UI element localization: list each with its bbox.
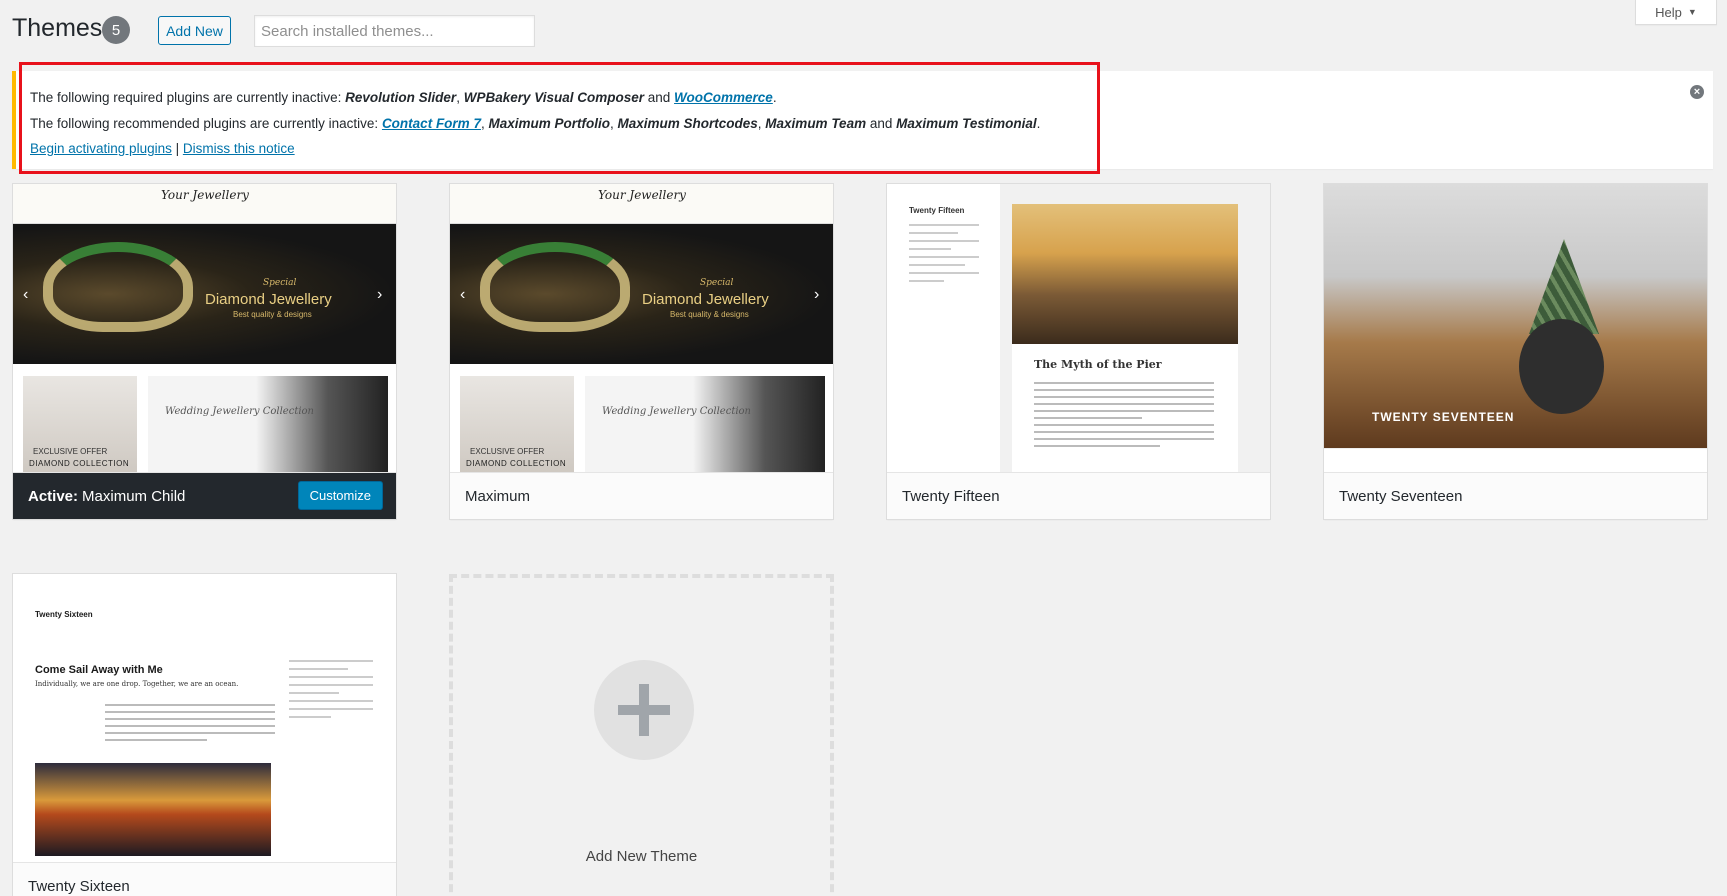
theme-logo-text: Your Jewellery [598, 188, 686, 202]
theme-name: Maximum Child [82, 487, 186, 505]
plugin-name: Maximum Team [765, 116, 867, 131]
theme-name: Twenty Fifteen [902, 487, 1000, 505]
theme-screenshot[interactable]: TWENTY SEVENTEEN [1324, 184, 1707, 472]
necklace-image [480, 242, 630, 332]
begin-activating-link[interactable]: Begin activating plugins [30, 141, 172, 156]
plugin-name: Maximum Shortcodes [617, 116, 758, 131]
chevron-left-icon: ‹ [460, 286, 466, 303]
theme-screenshot[interactable]: Your Jewellery Special Diamond Jewellery… [13, 184, 396, 472]
close-icon[interactable]: × [1690, 85, 1704, 99]
theme-name: Maximum [465, 487, 531, 505]
theme-count-badge: 5 [102, 16, 130, 44]
plugin-name: Maximum Testimonial [896, 116, 1037, 131]
theme-card-maximum-child[interactable]: Your Jewellery Special Diamond Jewellery… [12, 183, 397, 520]
active-label: Active: [28, 487, 79, 505]
plugin-notice: The following required plugins are curre… [12, 71, 1713, 169]
help-tab-button[interactable]: Help ▼ [1635, 0, 1717, 25]
help-label: Help [1655, 4, 1682, 20]
theme-screenshot[interactable]: Your Jewellery Special Diamond Jewellery… [450, 184, 833, 472]
page-title: Themes [12, 14, 103, 42]
chevron-right-icon: › [814, 286, 820, 303]
caret-down-icon: ▼ [1687, 7, 1697, 17]
add-new-theme-card[interactable]: Add New Theme [449, 574, 834, 896]
theme-logo-text: Your Jewellery [161, 188, 249, 202]
theme-screenshot[interactable]: Twenty Sixteen Come Sail Away with Me In… [13, 574, 396, 862]
dismiss-notice-link[interactable]: Dismiss this notice [183, 141, 295, 156]
necklace-image [43, 242, 193, 332]
theme-name-bar: Twenty Sixteen [13, 862, 396, 896]
search-input[interactable] [254, 15, 535, 47]
chevron-left-icon: ‹ [23, 286, 29, 303]
theme-card-twenty-fifteen[interactable]: Twenty Fifteen The Myth of the Pier Twen… [886, 183, 1271, 520]
pier-image [1012, 204, 1238, 344]
plugin-name: WPBakery Visual Composer [463, 90, 645, 105]
plus-icon [594, 660, 694, 760]
contact-form-7-link[interactable]: Contact Form 7 [382, 116, 481, 131]
plugin-name: Maximum Portfolio [488, 116, 610, 131]
theme-card-twenty-sixteen[interactable]: Twenty Sixteen Come Sail Away with Me In… [12, 573, 397, 896]
notice-actions: Begin activating plugins | Dismiss this … [30, 141, 295, 156]
required-plugins-line: The following required plugins are curre… [30, 90, 777, 105]
recommended-plugins-line: The following recommended plugins are cu… [30, 116, 1041, 131]
theme-name-bar: Twenty Fifteen [887, 472, 1270, 519]
theme-name-bar: Twenty Seventeen [1324, 472, 1707, 519]
plugin-name: Revolution Slider [345, 90, 457, 105]
theme-screenshot[interactable]: Twenty Fifteen The Myth of the Pier [887, 184, 1270, 472]
theme-card-maximum[interactable]: Your Jewellery Special Diamond Jewellery… [449, 183, 834, 520]
add-new-button[interactable]: Add New [158, 16, 231, 45]
theme-card-twenty-seventeen[interactable]: TWENTY SEVENTEEN Twenty Seventeen [1323, 183, 1708, 520]
theme-name: Twenty Sixteen [28, 877, 130, 895]
customize-button[interactable]: Customize [297, 481, 383, 510]
chevron-right-icon: › [377, 286, 383, 303]
theme-name: Twenty Seventeen [1339, 487, 1463, 505]
woocommerce-link[interactable]: WooCommerce [674, 90, 773, 105]
theme-name-bar: Active: Maximum Child Customize [13, 472, 396, 519]
theme-name-bar: Maximum [450, 472, 833, 519]
add-new-theme-label: Add New Theme [585, 848, 698, 865]
sunset-image [35, 763, 271, 856]
